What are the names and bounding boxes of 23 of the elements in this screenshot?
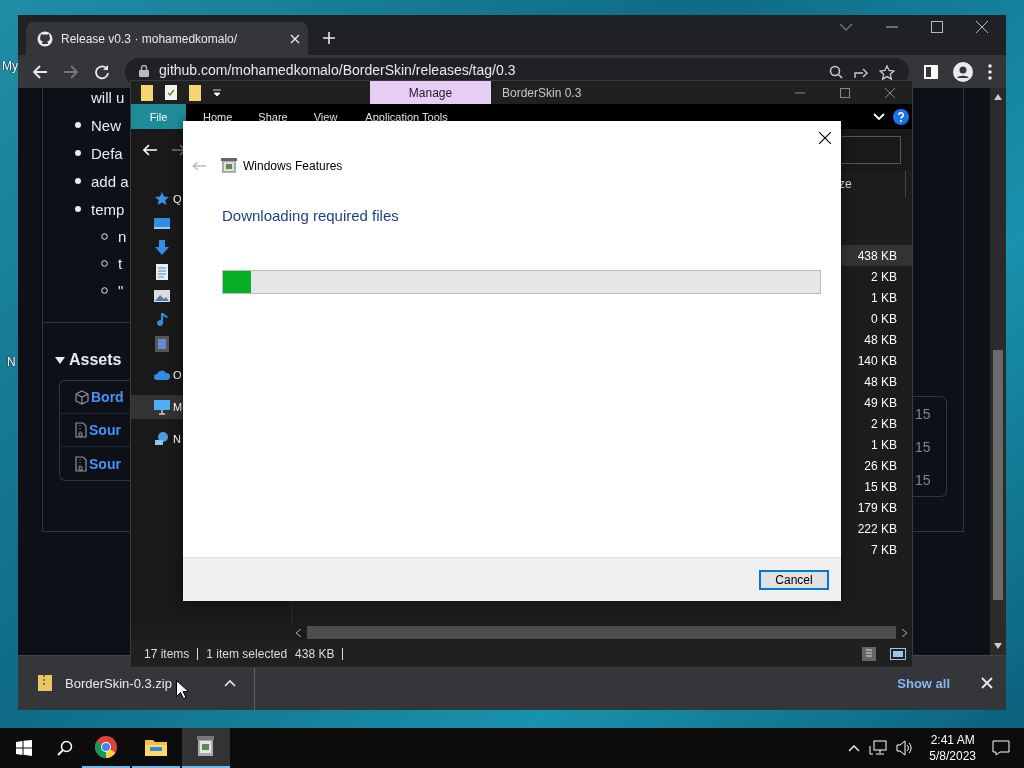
tab-title: Release v0.3 · mohamedkomalo/ (61, 31, 239, 46)
release-note-text: add a (91, 172, 129, 190)
release-note-text: n (118, 228, 127, 245)
selection-size-text: 438 KB (295, 646, 335, 661)
asset-date-text: 15 (915, 438, 931, 455)
nav-item-label: Q (173, 193, 182, 205)
assets-heading: Assets (69, 351, 122, 369)
release-note-text: " (118, 282, 124, 299)
release-note-text: t (118, 255, 123, 272)
asset-date-text: 15 (915, 471, 931, 488)
release-note-text: temp (91, 200, 125, 218)
download-file-name: BorderSkin-0.3.zip (65, 675, 172, 691)
nav-item-label: N (173, 433, 181, 445)
nav-item-label: M (173, 401, 183, 413)
dialog-title: Windows Features (243, 159, 343, 173)
window-title: BorderSkin 0.3 (502, 85, 582, 100)
url-text: github.com/mohamedkomalo/BorderSkin/releases/tag/0.3 (159, 61, 516, 78)
release-note-text: will u (91, 88, 125, 106)
release-note-text: New (91, 116, 121, 134)
nav-item-label: O (173, 369, 182, 381)
release-note-text: Defa (91, 144, 123, 162)
dialog-heading: Downloading required files (222, 207, 400, 224)
asset-date-text: 15 (915, 405, 931, 422)
